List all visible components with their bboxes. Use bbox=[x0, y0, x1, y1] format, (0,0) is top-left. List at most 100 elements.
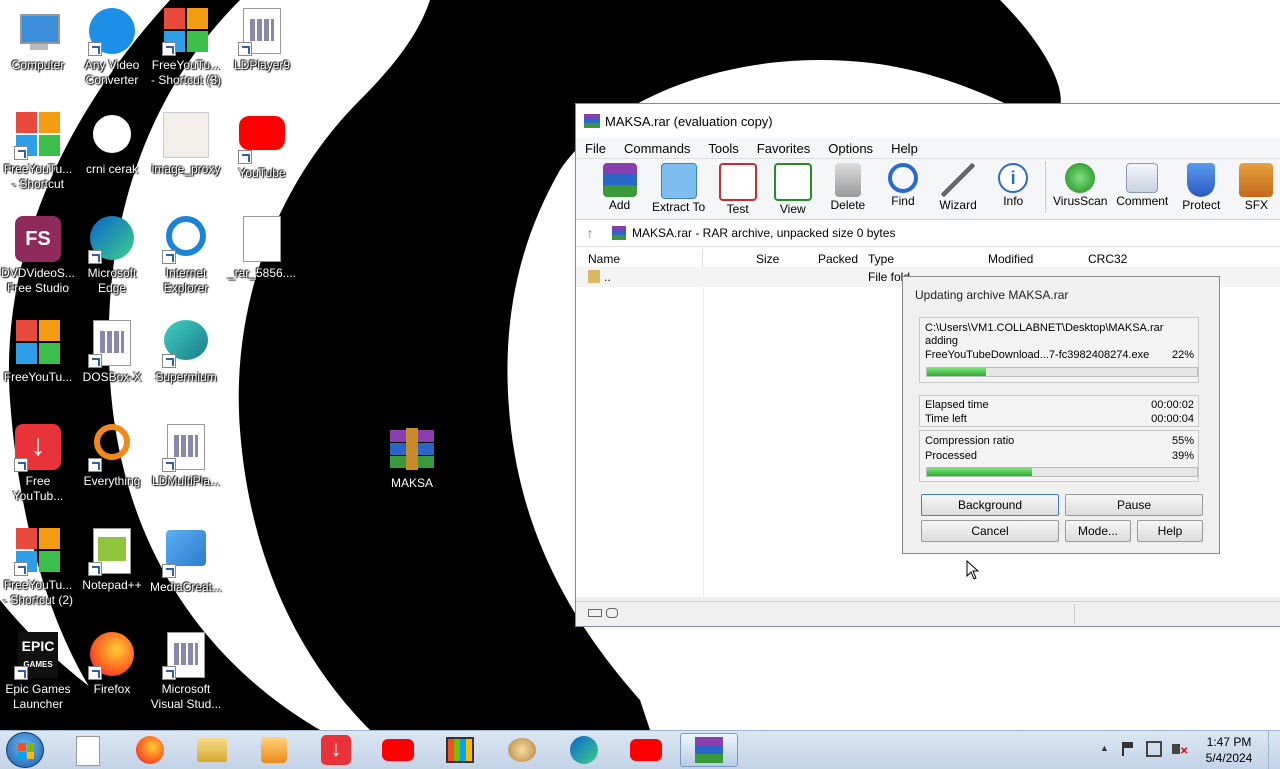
toolbar-wizard-button[interactable]: Wizard bbox=[931, 161, 986, 212]
desktop-icon-free-youtube-download[interactable]: ↓ Free YouTub... bbox=[0, 422, 76, 504]
toolbar-view-button[interactable]: View bbox=[765, 161, 820, 216]
toolbar-find-button[interactable]: Find bbox=[875, 161, 930, 208]
desktop-icon-image-proxy[interactable]: image_proxy bbox=[148, 110, 224, 177]
desktop-icon-freeyoutube[interactable]: FreeYouTu... bbox=[0, 318, 76, 385]
timeleft-value: 00:00:04 bbox=[1151, 413, 1194, 425]
column-type[interactable]: Type bbox=[868, 252, 894, 266]
desktop-icon-dvdvideosoft[interactable]: FS DVDVideoS... Free Studio bbox=[0, 214, 76, 296]
taskbar-media-player-icon[interactable] bbox=[252, 734, 296, 766]
toolbar-test-button[interactable]: Test bbox=[710, 161, 765, 216]
column-crc32[interactable]: CRC32 bbox=[1088, 252, 1127, 266]
menu-options[interactable]: Options bbox=[819, 141, 882, 156]
taskbar-winrar-icon[interactable] bbox=[680, 733, 738, 767]
toolbar-info-button[interactable]: i Info bbox=[986, 161, 1041, 208]
menu-tools[interactable]: Tools bbox=[699, 141, 747, 156]
dialog-title: Updating archive MAKSA.rar bbox=[915, 288, 1069, 302]
desktop-icon-freeyoutube-shortcut-3[interactable]: FreeYouTu... - Shortcut (3) bbox=[148, 6, 224, 88]
network-icon[interactable] bbox=[1146, 741, 1162, 757]
desktop-icon-maksa-archive[interactable]: MAKSA bbox=[374, 424, 450, 491]
desktop-icon-edge[interactable]: Microsoft Edge bbox=[74, 214, 150, 296]
desktop-icon-crni-cerak[interactable]: crni cerak bbox=[74, 110, 150, 177]
view-icon bbox=[773, 163, 812, 201]
toolbar-comment-button[interactable]: Comment bbox=[1111, 161, 1174, 208]
desktop-icon-ldplayer9[interactable]: LDPlayer9 bbox=[224, 6, 300, 73]
cancel-button[interactable]: Cancel bbox=[921, 520, 1059, 542]
background-button[interactable]: Background bbox=[921, 494, 1059, 516]
taskbar-free-youtube-download-icon[interactable]: ↓ bbox=[314, 734, 358, 766]
drive-icon bbox=[588, 609, 602, 617]
toolbar-add-button[interactable]: Add bbox=[592, 161, 647, 212]
list-item-name: .. bbox=[604, 270, 611, 284]
firefox-icon bbox=[88, 632, 136, 680]
taskbar-paint-icon[interactable] bbox=[500, 734, 544, 766]
menu-file[interactable]: File bbox=[576, 141, 615, 156]
taskbar-edge-icon[interactable] bbox=[562, 734, 606, 766]
desktop-icon-epic-games[interactable]: EPIC GAMES Epic Games Launcher bbox=[0, 630, 76, 712]
any-video-converter-icon bbox=[88, 8, 136, 56]
column-size[interactable]: Size bbox=[756, 252, 779, 266]
menu-commands[interactable]: Commands bbox=[615, 141, 699, 156]
taskbar-file-icon[interactable] bbox=[66, 734, 110, 766]
toolbar-delete-button[interactable]: Delete bbox=[820, 161, 875, 212]
taskbar-explorer-icon[interactable] bbox=[190, 734, 234, 766]
start-button[interactable] bbox=[6, 732, 44, 768]
file-percent-label: 22% bbox=[1171, 349, 1194, 361]
desktop-icon-any-video-converter[interactable]: Any Video Converter bbox=[74, 6, 150, 88]
taskbar-youtube-icon[interactable] bbox=[376, 734, 420, 766]
desktop-icon-notepadpp[interactable]: Notepad++ bbox=[74, 526, 150, 593]
folder-icon bbox=[588, 270, 600, 283]
freeyoutube-icon bbox=[14, 112, 62, 160]
column-name[interactable]: Name bbox=[588, 252, 620, 266]
protect-icon bbox=[1187, 163, 1216, 197]
column-modified[interactable]: Modified bbox=[988, 252, 1033, 266]
toolbar-protect-button[interactable]: Protect bbox=[1174, 161, 1229, 212]
address-bar: ↑ MAKSA.rar - RAR archive, unpacked size… bbox=[576, 220, 1280, 247]
up-arrow-icon[interactable]: ↑ bbox=[576, 225, 604, 241]
desktop-icon-rar-temp-file[interactable]: _rar_5856.... bbox=[224, 214, 300, 281]
wizard-icon bbox=[941, 163, 976, 197]
taskbar-youtube-icon-2[interactable] bbox=[624, 734, 668, 766]
desktop-icon-ldmultiplayer[interactable]: LDMultiPla... bbox=[148, 422, 224, 489]
volume-muted-icon[interactable]: ✕ bbox=[1172, 741, 1188, 757]
desktop-icon-firefox[interactable]: Firefox bbox=[74, 630, 150, 697]
clock-time[interactable]: 1:47 PM bbox=[1196, 735, 1262, 749]
taskbar: ↓ ▲ ✕ 1:47 PM 5/4/2024 bbox=[0, 730, 1280, 769]
desktop-icon-everything[interactable]: Everything bbox=[74, 422, 150, 489]
everything-icon bbox=[88, 424, 136, 472]
desktop-icon-youtube[interactable]: YouTube bbox=[224, 110, 300, 181]
desktop-icon-computer[interactable]: Computer bbox=[0, 6, 76, 73]
mode-button[interactable]: Mode... bbox=[1065, 520, 1131, 542]
desktop-icon-dosbox-x[interactable]: DOSBox-X bbox=[74, 318, 150, 385]
taskbar-firefox-icon[interactable] bbox=[128, 734, 172, 766]
desktop-icon-supermium[interactable]: Supermium bbox=[148, 318, 224, 385]
free-youtube-download-icon: ↓ bbox=[14, 424, 62, 472]
desktop-icon-freeyoutube-shortcut[interactable]: FreeYouTu... - Shortcut bbox=[0, 110, 76, 192]
show-hidden-icons-icon[interactable]: ▲ bbox=[1100, 743, 1109, 753]
menu-favorites[interactable]: Favorites bbox=[748, 141, 819, 156]
taskbar-store-icon[interactable] bbox=[438, 734, 482, 766]
image-proxy-icon bbox=[162, 112, 210, 160]
help-button[interactable]: Help bbox=[1137, 520, 1203, 542]
menu-help[interactable]: Help bbox=[882, 141, 927, 156]
desktop-icon-internet-explorer[interactable]: Internet Explorer bbox=[148, 214, 224, 296]
clock-date[interactable]: 5/4/2024 bbox=[1196, 751, 1262, 765]
toolbar-extract-to-button[interactable]: Extract To bbox=[647, 161, 710, 214]
edge-icon bbox=[88, 216, 136, 264]
comment-icon bbox=[1126, 163, 1159, 193]
toolbar-sfx-button[interactable]: SFX bbox=[1229, 161, 1280, 212]
toolbar-virusscan-button[interactable]: VirusScan bbox=[1050, 161, 1111, 208]
add-icon bbox=[602, 163, 637, 197]
elapsed-label: Elapsed time bbox=[925, 399, 989, 411]
status-divider bbox=[1074, 604, 1075, 624]
desktop-icon-freeyoutube-shortcut-2[interactable]: FreeYouTu... - Shortcut (2) bbox=[0, 526, 76, 608]
desktop-icon-visual-studio[interactable]: Microsoft Visual Stud... bbox=[148, 630, 224, 712]
virusscan-icon bbox=[1065, 163, 1096, 193]
window-titlebar[interactable]: MAKSA.rar (evaluation copy) bbox=[576, 104, 1280, 138]
show-desktop-button[interactable] bbox=[1268, 731, 1280, 769]
desktop-icon-mediacreation[interactable]: MediaCreat... bbox=[148, 526, 224, 595]
pause-button[interactable]: Pause bbox=[1065, 494, 1203, 516]
action-center-flag-icon[interactable] bbox=[1122, 742, 1136, 756]
find-icon bbox=[887, 163, 918, 193]
column-packed[interactable]: Packed bbox=[818, 252, 858, 266]
freeyoutube-icon bbox=[14, 320, 62, 368]
